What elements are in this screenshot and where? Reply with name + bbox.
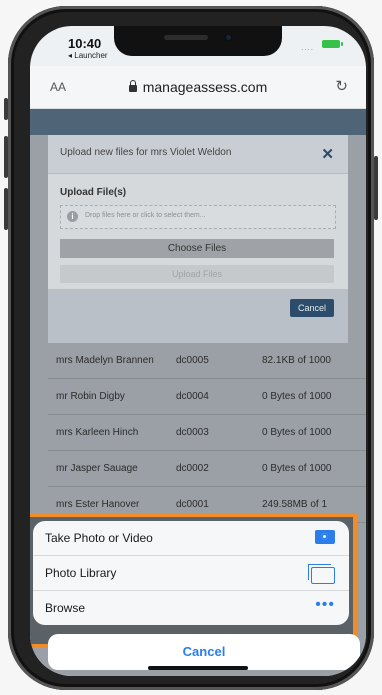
modal-header: Upload new files for mrs Violet Weldon ✕: [48, 135, 348, 174]
highlighted-action-sheet: Take Photo or Video Photo Library Browse…: [30, 513, 357, 648]
client-name: mrs Madelyn Brannen: [56, 355, 154, 366]
screen: 10:40 ◂ Launcher .... AA manageassess.co…: [30, 26, 366, 676]
info-icon: i: [67, 211, 78, 222]
take-photo-option[interactable]: Take Photo or Video: [33, 521, 349, 556]
table-row[interactable]: mrs Madelyn Brannen dc0005 82.1KB of 100…: [48, 343, 366, 379]
doc-code: dc0001: [176, 499, 209, 510]
modal-title: Upload new files for mrs Violet Weldon: [60, 147, 232, 158]
doc-size: 0 Bytes of 1000: [262, 391, 332, 402]
volume-down-button: [4, 188, 8, 230]
battery-icon: [322, 40, 343, 48]
url-text: manageassess.com: [142, 79, 268, 95]
browse-option[interactable]: Browse •••: [33, 591, 349, 625]
back-to-launcher[interactable]: ◂ Launcher: [68, 51, 108, 60]
page-content: Upload new files for mrs Violet Weldon ✕…: [30, 109, 366, 676]
table-row[interactable]: mr Jasper Sauage dc0002 0 Bytes of 1000: [48, 451, 366, 487]
choose-files-button[interactable]: Choose Files: [60, 239, 334, 258]
doc-code: dc0004: [176, 391, 209, 402]
documents-table: mrs Madelyn Brannen dc0005 82.1KB of 100…: [48, 343, 366, 523]
reload-icon[interactable]: ↻: [335, 77, 348, 95]
photo-library-option[interactable]: Photo Library: [33, 556, 349, 591]
speaker-grille: [164, 35, 208, 40]
action-sheet: Take Photo or Video Photo Library Browse…: [33, 521, 349, 625]
site-header: [30, 109, 366, 135]
camera-icon: [315, 530, 335, 544]
client-name: mr Robin Digby: [56, 391, 125, 402]
signal-indicator: ....: [301, 43, 314, 52]
home-indicator[interactable]: [148, 666, 248, 670]
table-row[interactable]: mrs Karleen Hinch dc0003 0 Bytes of 1000: [48, 415, 366, 451]
doc-code: dc0003: [176, 427, 209, 438]
option-label: Photo Library: [45, 566, 117, 580]
front-camera: [224, 33, 233, 42]
option-label: Take Photo or Video: [45, 531, 153, 545]
doc-code: dc0005: [176, 355, 209, 366]
client-name: mrs Ester Hanover: [56, 499, 140, 510]
browser-address-bar[interactable]: AA manageassess.com ↻: [30, 66, 366, 109]
close-icon[interactable]: ✕: [321, 145, 334, 163]
phone-frame: 10:40 ◂ Launcher .... AA manageassess.co…: [4, 6, 378, 690]
photo-library-icon: [308, 564, 335, 584]
doc-size: 82.1KB of 1000: [262, 355, 331, 366]
table-row[interactable]: mr Robin Digby dc0004 0 Bytes of 1000: [48, 379, 366, 415]
power-button: [374, 156, 378, 220]
client-name: mrs Karleen Hinch: [56, 427, 139, 438]
volume-up-button: [4, 136, 8, 178]
file-dropzone[interactable]: i Drop files here or click to select the…: [60, 205, 336, 229]
modal-cancel-button[interactable]: Cancel: [290, 299, 334, 317]
upload-modal: Upload new files for mrs Violet Weldon ✕…: [48, 135, 348, 343]
upload-files-label: Upload File(s): [60, 187, 127, 198]
status-time: 10:40: [68, 36, 102, 51]
notch: [114, 26, 282, 56]
dropzone-text: Drop files here or click to select them.…: [85, 212, 206, 219]
doc-size: 0 Bytes of 1000: [262, 463, 332, 474]
doc-code: dc0002: [176, 463, 209, 474]
upload-files-button[interactable]: Upload Files: [60, 265, 334, 283]
option-label: Browse: [45, 601, 86, 615]
doc-size: 249.58MB of 1: [262, 499, 328, 510]
lock-icon: [128, 80, 137, 92]
doc-size: 0 Bytes of 1000: [262, 427, 332, 438]
client-name: mr Jasper Sauage: [56, 463, 138, 474]
sheet-cancel-button[interactable]: Cancel: [48, 634, 360, 670]
url-display[interactable]: manageassess.com: [30, 79, 366, 95]
more-icon: •••: [315, 596, 335, 613]
silent-switch: [4, 98, 8, 120]
